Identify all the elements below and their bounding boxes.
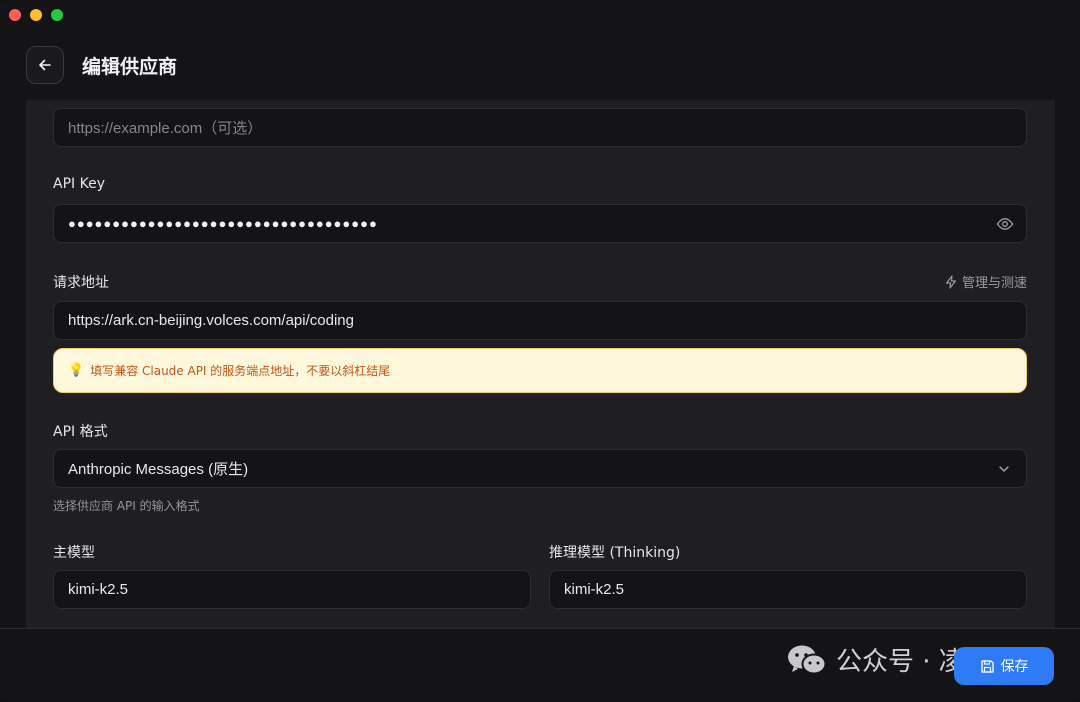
main-model-value: kimi-k2.5 (68, 581, 129, 598)
eye-icon[interactable] (996, 215, 1014, 233)
manage-speedtest-label: 管理与测速 (961, 276, 1027, 291)
api-key-label: API Key (53, 176, 105, 192)
api-format-hint: 选择供应商 API 的输入格式 (53, 499, 200, 513)
page-title: 编辑供应商 (82, 56, 178, 78)
website-input[interactable]: https://example.com（可选） (53, 108, 1027, 147)
page-header: 编辑供应商 (0, 30, 1080, 100)
arrow-left-icon (39, 59, 51, 71)
api-key-value: ●●●●●●●●●●●●●●●●●●●●●●●●●●●●●●●●●●● (68, 216, 378, 231)
wechat-icon (788, 645, 827, 674)
manage-speedtest-link[interactable]: 管理与测速 (944, 272, 1027, 291)
endpoint-tip: 💡 填写兼容 Claude API 的服务端点地址，不要以斜杠结尾 (53, 348, 1027, 393)
save-button[interactable]: 保存 (954, 647, 1054, 685)
main-model-input[interactable]: kimi-k2.5 (53, 570, 531, 609)
endpoint-value: https://ark.cn-beijing.volces.com/api/co… (68, 312, 354, 329)
api-format-select[interactable]: Anthropic Messages (原生) (53, 449, 1027, 488)
lightbulb-icon: 💡 (68, 363, 85, 378)
endpoint-input[interactable]: https://ark.cn-beijing.volces.com/api/co… (53, 301, 1027, 340)
reasoning-model-input[interactable]: kimi-k2.5 (549, 570, 1027, 609)
provider-form: https://example.com（可选） API Key ●●●●●●●●… (26, 100, 1055, 628)
main-model-label: 主模型 (53, 545, 95, 561)
reasoning-model-label: 推理模型 (Thinking) (549, 545, 681, 561)
traffic-lights (9, 9, 63, 21)
api-format-label: API 格式 (53, 424, 108, 440)
app-window: 编辑供应商 https://example.com（可选） API Key ●●… (0, 0, 1080, 702)
save-icon (980, 659, 994, 673)
endpoint-label: 请求地址 (53, 275, 109, 291)
chevron-down-icon (999, 466, 1009, 472)
footer-bar: 公众号 · 凌小添 保存 (0, 628, 1080, 702)
api-format-selected: Anthropic Messages (原生) (68, 461, 249, 478)
maximize-window-button[interactable] (51, 9, 63, 21)
website-placeholder: https://example.com（可选） (68, 120, 263, 137)
save-button-label: 保存 (1000, 659, 1029, 675)
close-window-button[interactable] (9, 9, 21, 21)
endpoint-tip-text: 填写兼容 Claude API 的服务端点地址，不要以斜杠结尾 (90, 364, 391, 378)
reasoning-model-value: kimi-k2.5 (564, 581, 625, 598)
back-button[interactable] (26, 46, 64, 84)
minimize-window-button[interactable] (30, 9, 42, 21)
lightning-icon (945, 274, 957, 289)
api-key-input[interactable]: ●●●●●●●●●●●●●●●●●●●●●●●●●●●●●●●●●●● (53, 204, 1027, 243)
